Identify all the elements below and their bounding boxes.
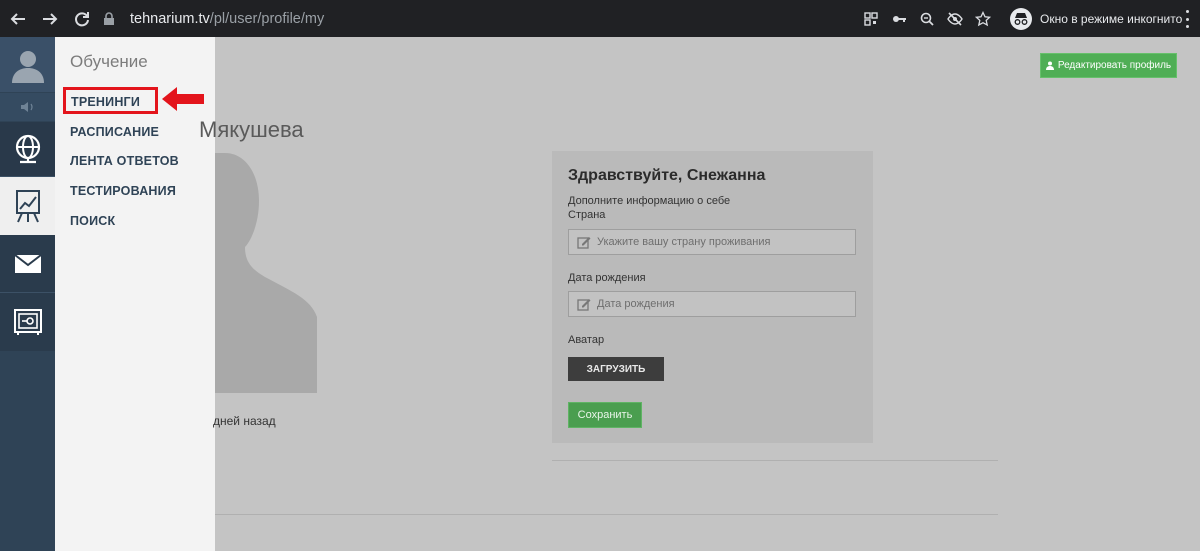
url-path: /pl/user/profile/my (209, 10, 325, 27)
divider (552, 460, 998, 461)
sidebar-filler (0, 351, 55, 551)
submenu-item-schedule[interactable]: РАСПИСАНИЕ (70, 125, 159, 139)
back-icon[interactable] (4, 5, 32, 33)
birthdate-field[interactable] (568, 291, 856, 317)
submenu-title: Обучение (70, 52, 148, 71)
incognito-icon (1010, 7, 1032, 30)
profile-photo-placeholder (215, 153, 317, 393)
profile-completion-card: Здравствуйте, Снежанна Дополните информа… (552, 151, 873, 443)
sidebar-item-globe[interactable] (0, 122, 55, 177)
annotation-highlight-box (63, 87, 158, 114)
sidebar-item-training[interactable] (0, 177, 55, 235)
url-host: tehnarium.tv (130, 10, 210, 27)
toolbar-icons (860, 8, 994, 30)
edit-icon (577, 237, 591, 249)
birthdate-label: Дата рождения (568, 272, 646, 284)
submenu-item-answers-feed[interactable]: ЛЕНТА ОТВЕТОВ (70, 154, 179, 168)
submenu-item-search[interactable]: ПОИСК (70, 214, 115, 228)
forward-icon[interactable] (36, 5, 64, 33)
country-field[interactable] (568, 229, 856, 255)
edit-profile-label: Редактировать профиль (1057, 60, 1172, 71)
greeting-heading: Здравствуйте, Снежанна (568, 167, 766, 184)
sidebar-item-safe[interactable] (0, 293, 55, 351)
url-text: tehnarium.tv/pl/user/profile/my (130, 11, 324, 27)
icon-sidebar (0, 37, 55, 551)
browser-menu-icon[interactable] (1180, 10, 1194, 28)
last-seen-text: дней назад (213, 414, 276, 428)
lock-icon (104, 11, 114, 25)
upload-button[interactable]: ЗАГРУЗИТЬ (568, 357, 664, 381)
sound-icon (20, 102, 33, 112)
globe-icon (15, 134, 40, 164)
qr-code-icon[interactable] (860, 8, 882, 30)
divider (215, 514, 998, 515)
mail-icon (13, 253, 42, 273)
safe-icon (13, 309, 42, 335)
key-icon[interactable] (888, 8, 910, 30)
incognito-indicator[interactable]: Окно в режиме инкогнито (1010, 6, 1182, 31)
star-icon[interactable] (972, 8, 994, 30)
country-input[interactable] (597, 236, 847, 248)
incognito-label: Окно в режиме инкогнито (1040, 11, 1183, 26)
avatar-label: Аватар (568, 334, 605, 346)
submenu-item-tests[interactable]: ТЕСТИРОВАНИЯ (70, 184, 176, 198)
avatar-icon (11, 50, 44, 83)
save-button[interactable]: Сохранить (568, 402, 642, 428)
sound-toggle[interactable] (0, 93, 55, 121)
country-label: Страна (568, 209, 606, 221)
browser-toolbar: tehnarium.tv/pl/user/profile/my Окно в р… (0, 0, 1200, 37)
user-icon (1045, 61, 1054, 70)
edit-icon (577, 299, 591, 311)
sidebar-item-messages[interactable] (0, 235, 55, 293)
eye-off-icon[interactable] (944, 8, 966, 30)
learning-submenu: Обучение ТРЕНИНГИ РАСПИСАНИЕ ЛЕНТА ОТВЕТ… (55, 37, 215, 551)
profile-name: Мякушева (199, 117, 304, 142)
edit-profile-button[interactable]: Редактировать профиль (1040, 53, 1177, 78)
chart-icon (15, 190, 40, 223)
annotation-arrow-icon (162, 87, 204, 111)
intro-text: Дополните информацию о себе (568, 195, 731, 207)
zoom-icon[interactable] (916, 8, 938, 30)
birthdate-input[interactable] (597, 298, 847, 310)
avatar[interactable] (0, 37, 55, 92)
